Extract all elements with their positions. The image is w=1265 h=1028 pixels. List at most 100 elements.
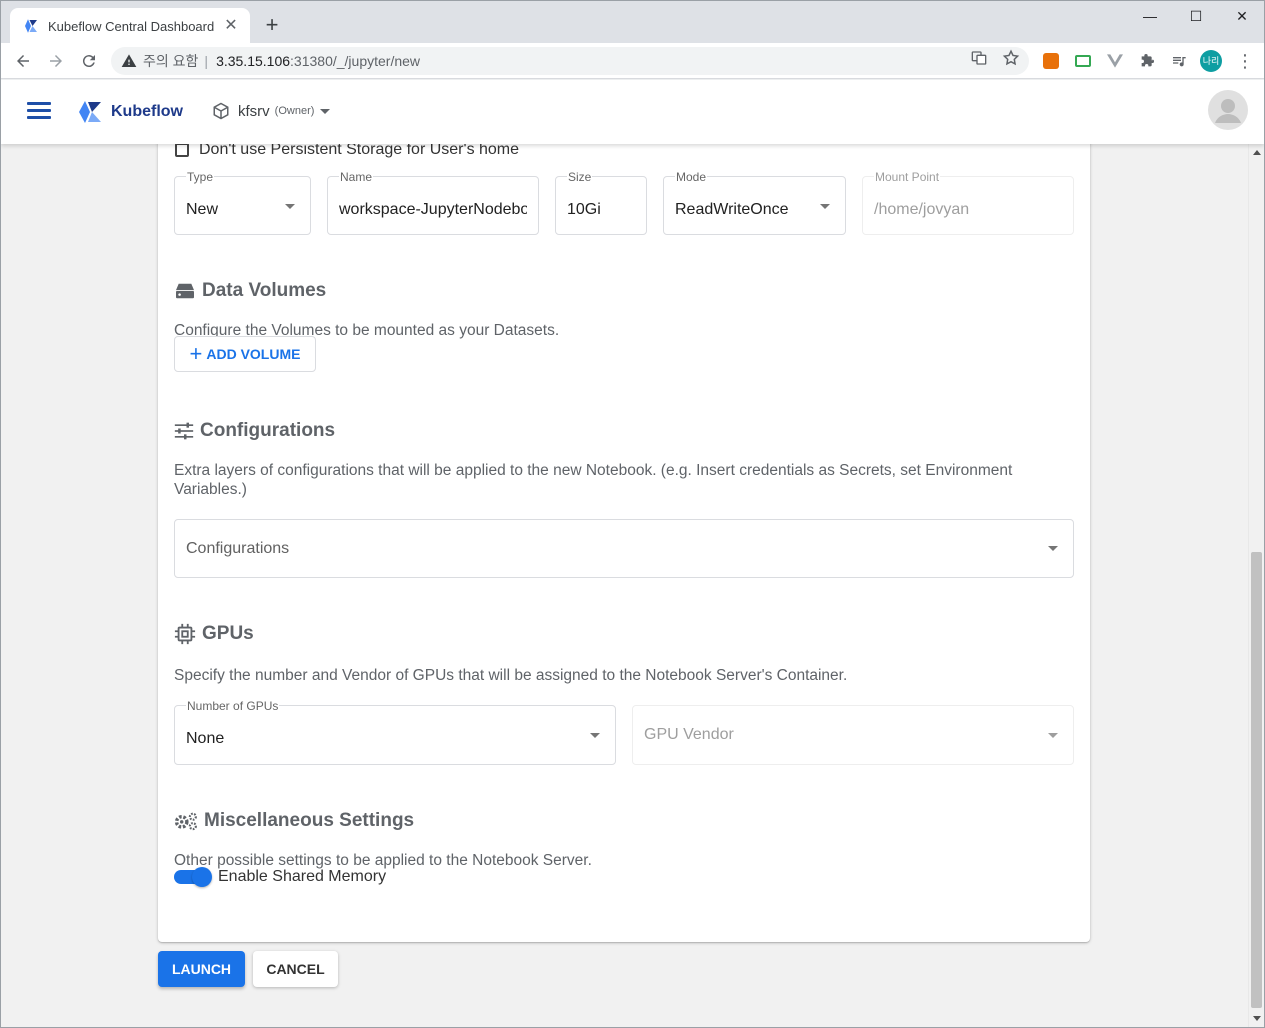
caret-down-icon xyxy=(1048,546,1058,551)
browser-toolbar: 주의 요함 | 3.35.15.106 :31380/_/jupyter/new… xyxy=(0,43,1265,79)
shared-memory-toggle[interactable] xyxy=(174,867,212,887)
namespace-role: (Owner) xyxy=(274,105,315,117)
no-persistent-storage-checkbox-row[interactable]: Don't use Persistent Storage for User's … xyxy=(175,144,519,159)
toggle-thumb xyxy=(192,867,212,887)
scrollbar-thumb[interactable] xyxy=(1251,552,1262,1008)
volume-mode-value: ReadWriteOnce xyxy=(675,201,789,218)
warning-icon xyxy=(121,54,137,67)
volume-size-input[interactable]: Size 10Gi xyxy=(555,170,647,235)
gpus-heading: GPUs xyxy=(174,623,254,645)
scroll-down-arrow-icon[interactable] xyxy=(1253,1016,1261,1021)
address-bar[interactable]: 주의 요함 | 3.35.15.106 :31380/_/jupyter/new xyxy=(111,47,1029,75)
notebook-form-card: Don't use Persistent Storage for User's … xyxy=(158,144,1090,942)
extension-green-icon[interactable] xyxy=(1074,52,1092,70)
volume-size-value: 10Gi xyxy=(567,201,601,218)
page-content: Don't use Persistent Storage for User's … xyxy=(1,144,1248,1027)
caret-down-icon xyxy=(590,733,600,738)
arrow-left-icon xyxy=(17,55,29,67)
volume-mode-select[interactable]: Mode ReadWriteOnce xyxy=(663,170,846,235)
caret-down-icon xyxy=(285,204,295,209)
configurations-title: Configurations xyxy=(200,420,336,441)
arrow-right-icon xyxy=(50,55,62,67)
extension-orange-icon[interactable] xyxy=(1042,52,1060,70)
close-window-button[interactable]: ✕ xyxy=(1219,5,1265,29)
number-of-gpus-label: Number of GPUs xyxy=(186,699,280,713)
app-name: Kubeflow xyxy=(111,103,183,120)
address-separator: | xyxy=(204,53,209,69)
volume-mode-label: Mode xyxy=(675,170,708,184)
extensions-puzzle-icon[interactable] xyxy=(1138,52,1156,70)
shared-memory-label: Enable Shared Memory xyxy=(218,868,387,885)
launch-button[interactable]: LAUNCH xyxy=(158,951,245,987)
page-scrollbar[interactable] xyxy=(1248,144,1264,1027)
no-persistent-storage-label: Don't use Persistent Storage for User's … xyxy=(199,144,520,158)
tune-icon xyxy=(174,422,194,440)
address-path: :31380/_/jupyter/new xyxy=(290,53,421,69)
app-header: Kubeflow kfsrv (Owner) xyxy=(1,80,1264,144)
configurations-placeholder: Configurations xyxy=(186,540,290,557)
caret-down-icon xyxy=(320,108,331,114)
chip-icon xyxy=(174,623,196,645)
maximize-button[interactable]: ☐ xyxy=(1173,5,1219,29)
tab-close-icon[interactable]: ✕ xyxy=(222,17,240,35)
forward-button[interactable] xyxy=(44,49,68,73)
security-label: 주의 요함 xyxy=(143,53,199,69)
configurations-select[interactable]: Configurations xyxy=(174,519,1074,578)
kubeflow-favicon-icon xyxy=(25,19,37,33)
reload-button[interactable] xyxy=(77,49,101,73)
gpu-vendor-placeholder: GPU Vendor xyxy=(644,726,734,743)
storage-icon xyxy=(176,283,194,299)
volume-name-value: workspace-JupyterNodebook xyxy=(339,201,527,218)
add-volume-label: ADD VOLUME xyxy=(206,346,301,362)
caret-down-icon xyxy=(1048,733,1058,738)
mount-point-label: Mount Point xyxy=(874,170,941,184)
bookmark-star-icon[interactable] xyxy=(1002,49,1020,67)
person-icon xyxy=(1215,99,1241,123)
data-volumes-title: Data Volumes xyxy=(202,280,327,301)
translate-icon[interactable] xyxy=(970,49,988,67)
plus-icon: + xyxy=(189,341,203,366)
caret-down-icon xyxy=(820,204,830,209)
media-queue-icon[interactable] xyxy=(1170,52,1188,70)
misc-settings-heading: Miscellaneous Settings xyxy=(174,810,414,832)
scroll-up-arrow-icon[interactable] xyxy=(1253,150,1261,155)
volume-type-select[interactable]: Type New xyxy=(174,170,311,235)
tab-title: Kubeflow Central Dashboard xyxy=(48,18,215,34)
address-host: 3.35.15.106 xyxy=(216,53,291,69)
misc-settings-title: Miscellaneous Settings xyxy=(204,810,415,831)
volume-size-label: Size xyxy=(567,170,593,184)
cube-icon xyxy=(213,102,229,120)
number-of-gpus-select[interactable]: Number of GPUs None xyxy=(174,699,616,765)
configurations-description: Extra layers of configurations that will… xyxy=(174,462,1013,498)
volume-type-value: New xyxy=(186,201,219,218)
back-button[interactable] xyxy=(11,49,35,73)
minimize-button[interactable]: — xyxy=(1127,5,1173,29)
namespace-selector[interactable]: kfsrv (Owner) xyxy=(212,102,331,120)
kubeflow-logo-icon xyxy=(79,101,101,123)
no-persistent-storage-checkbox[interactable] xyxy=(175,144,189,157)
new-tab-button[interactable]: + xyxy=(260,14,284,38)
profile-avatar[interactable]: 나리 xyxy=(1200,50,1222,72)
extension-vue-icon[interactable] xyxy=(1106,52,1124,70)
gears-icon xyxy=(174,812,197,831)
volume-type-label: Type xyxy=(186,170,215,184)
mount-point-value: /home/jovyan xyxy=(874,201,970,218)
cancel-button[interactable]: CANCEL xyxy=(253,951,338,987)
user-avatar[interactable] xyxy=(1208,90,1248,130)
configurations-heading: Configurations xyxy=(174,420,335,442)
number-of-gpus-value: None xyxy=(186,730,225,747)
shared-memory-toggle-row[interactable]: Enable Shared Memory xyxy=(174,867,387,887)
menu-icon[interactable] xyxy=(27,102,51,122)
gpu-vendor-select[interactable]: GPU Vendor xyxy=(632,705,1074,765)
browser-tab[interactable]: Kubeflow Central Dashboard ✕ xyxy=(10,8,250,44)
volume-name-input[interactable]: Name workspace-JupyterNodebook xyxy=(327,170,539,235)
gpus-title: GPUs xyxy=(202,623,254,644)
browser-tabstrip: Kubeflow Central Dashboard ✕ + — ☐ ✕ xyxy=(0,0,1265,44)
namespace-name: kfsrv xyxy=(238,102,270,120)
volume-name-label: Name xyxy=(339,170,374,184)
reload-icon xyxy=(82,55,95,68)
mount-point-input[interactable]: Mount Point /home/jovyan xyxy=(862,170,1074,235)
gpus-description: Specify the number and Vendor of GPUs th… xyxy=(174,667,848,684)
add-volume-button[interactable]: + ADD VOLUME xyxy=(174,336,316,372)
browser-menu-icon[interactable]: ⋮ xyxy=(1236,49,1254,73)
